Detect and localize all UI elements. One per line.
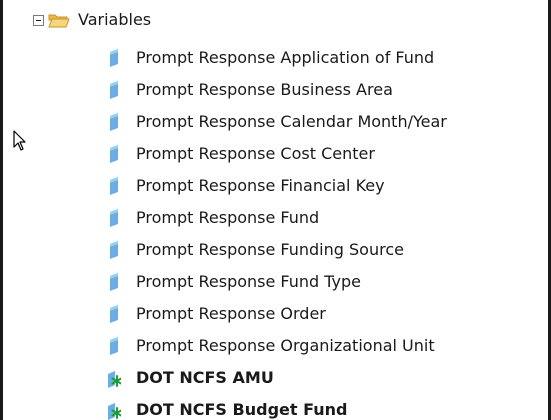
variable-icon (110, 113, 118, 131)
tree-item-label: DOT NCFS AMU (136, 368, 274, 387)
collapse-minus-icon[interactable] (33, 14, 44, 26)
tree-item-label: Prompt Response Application of Fund (136, 48, 435, 67)
tree-item-label: Prompt Response Fund (136, 208, 320, 227)
variable-icon (110, 81, 118, 99)
variable-icon (110, 177, 118, 195)
variable-icon (110, 337, 118, 355)
tree-item[interactable]: Prompt Response Order (107, 298, 447, 330)
variable-icon (110, 145, 118, 163)
tree-item[interactable]: DOT NCFS Budget Fund (107, 394, 447, 420)
tree-item[interactable]: Prompt Response Financial Key (107, 170, 447, 202)
tree-item[interactable]: Prompt Response Business Area (107, 74, 447, 106)
variables-folder-label: Variables (78, 10, 152, 29)
formula-variable-icon (108, 403, 121, 420)
tree-item-label: Prompt Response Business Area (136, 80, 393, 99)
variable-icon (110, 273, 118, 291)
tree-item[interactable]: Prompt Response Fund Type (107, 266, 447, 298)
tree-item-label: DOT NCFS Budget Fund (136, 400, 348, 419)
object-tree-panel: Variables Prompt Response Application of… (0, 0, 551, 420)
tree-item-label: Prompt Response Fund Type (136, 272, 362, 291)
tree-item-label: Prompt Response Financial Key (136, 176, 385, 195)
folder-open-icon (48, 14, 70, 28)
tree-item-label: Prompt Response Calendar Month/Year (136, 112, 447, 131)
tree-item[interactable]: Prompt Response Funding Source (107, 234, 447, 266)
tree-item-label: Prompt Response Cost Center (136, 144, 375, 163)
tree-item-label: Prompt Response Organizational Unit (136, 336, 435, 355)
formula-variable-icon (108, 371, 121, 388)
variable-icon (110, 49, 118, 67)
variable-icon (110, 305, 118, 323)
tree-item[interactable]: Prompt Response Cost Center (107, 138, 447, 170)
variable-icon (110, 241, 118, 259)
variables-folder-node[interactable]: Variables (33, 8, 151, 32)
tree-item[interactable]: DOT NCFS AMU (107, 362, 447, 394)
tree-item-label: Prompt Response Order (136, 304, 326, 323)
tree-item[interactable]: Prompt Response Calendar Month/Year (107, 106, 447, 138)
tree-item-label: Prompt Response Funding Source (136, 240, 404, 259)
variables-list: Prompt Response Application of Fund Promp… (107, 42, 447, 420)
variable-icon (110, 209, 118, 227)
tree-item[interactable]: Prompt Response Application of Fund (107, 42, 447, 74)
mouse-pointer-icon (13, 130, 26, 151)
tree-item[interactable]: Prompt Response Fund (107, 202, 447, 234)
tree-item[interactable]: Prompt Response Organizational Unit (107, 330, 447, 362)
